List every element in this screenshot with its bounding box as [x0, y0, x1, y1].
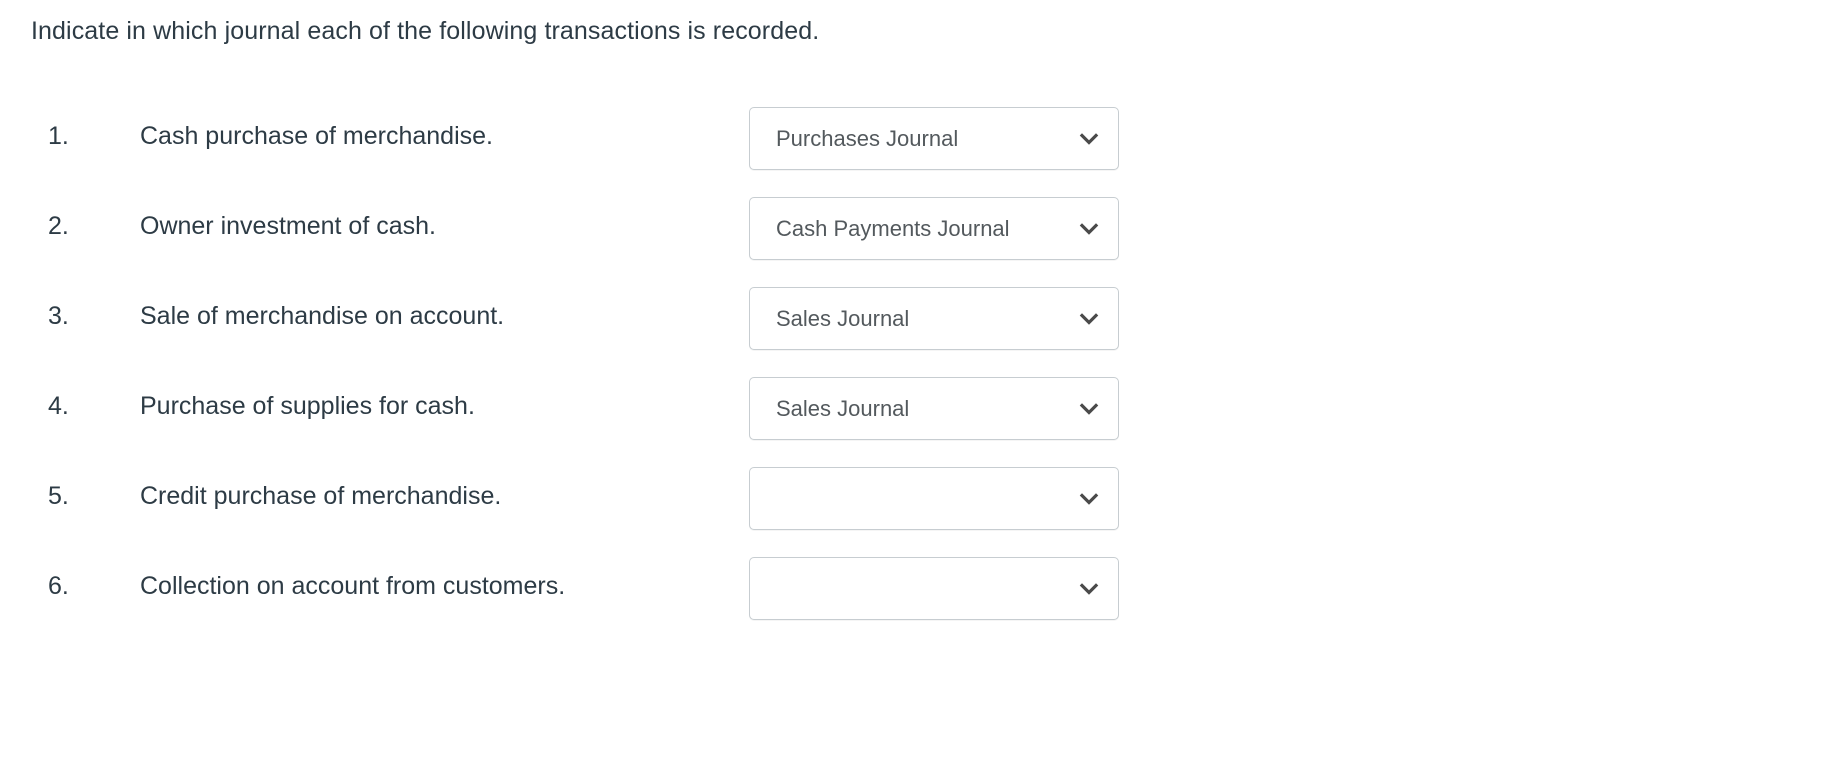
- question-page: Indicate in which journal each of the fo…: [0, 0, 1842, 774]
- row-number: 2.: [48, 212, 69, 240]
- journal-select-1-value: Purchases Journal: [776, 125, 959, 151]
- transaction-row: 1. Cash purchase of merchandise. Purchas…: [0, 103, 1842, 193]
- transaction-row: 5. Credit purchase of merchandise.: [0, 463, 1842, 553]
- transaction-row: 6. Collection on account from customers.: [0, 553, 1842, 643]
- transaction-row: 2. Owner investment of cash. Cash Paymen…: [0, 193, 1842, 283]
- chevron-down-icon: [1078, 308, 1100, 330]
- question-prompt: Indicate in which journal each of the fo…: [31, 17, 820, 45]
- journal-select-4-value: Sales Journal: [776, 395, 910, 421]
- journal-select-5[interactable]: [749, 467, 1119, 530]
- row-number: 3.: [48, 302, 69, 330]
- row-label: Credit purchase of merchandise.: [140, 482, 502, 510]
- journal-select-2[interactable]: Cash Payments Journal: [749, 197, 1119, 260]
- transaction-list: 1. Cash purchase of merchandise. Purchas…: [0, 103, 1842, 643]
- journal-select-1[interactable]: Purchases Journal: [749, 107, 1119, 170]
- row-label: Cash purchase of merchandise.: [140, 122, 493, 150]
- chevron-down-icon: [1078, 488, 1100, 510]
- row-label: Sale of merchandise on account.: [140, 302, 505, 330]
- row-number: 1.: [48, 122, 69, 150]
- row-number: 5.: [48, 482, 69, 510]
- journal-select-4[interactable]: Sales Journal: [749, 377, 1119, 440]
- chevron-down-icon: [1078, 578, 1100, 600]
- chevron-down-icon: [1078, 128, 1100, 150]
- row-label: Purchase of supplies for cash.: [140, 392, 475, 420]
- chevron-down-icon: [1078, 398, 1100, 420]
- journal-select-2-value: Cash Payments Journal: [776, 215, 1010, 241]
- journal-select-3-value: Sales Journal: [776, 305, 910, 331]
- row-number: 4.: [48, 392, 69, 420]
- journal-select-6[interactable]: [749, 557, 1119, 620]
- chevron-down-icon: [1078, 218, 1100, 240]
- transaction-row: 4. Purchase of supplies for cash. Sales …: [0, 373, 1842, 463]
- row-label: Collection on account from customers.: [140, 572, 566, 600]
- row-number: 6.: [48, 572, 69, 600]
- transaction-row: 3. Sale of merchandise on account. Sales…: [0, 283, 1842, 373]
- row-label: Owner investment of cash.: [140, 212, 436, 240]
- journal-select-3[interactable]: Sales Journal: [749, 287, 1119, 350]
